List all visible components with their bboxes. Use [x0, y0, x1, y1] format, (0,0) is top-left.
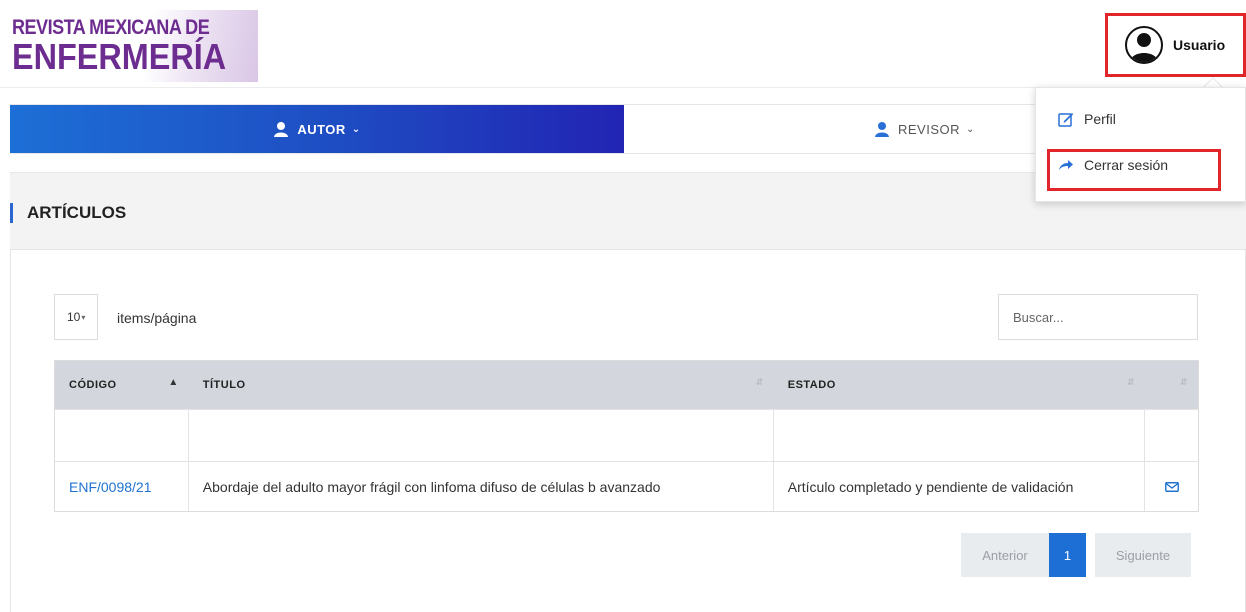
article-code-link[interactable]: ENF/0098/21	[69, 479, 152, 495]
menu-item-perfil[interactable]: Perfil	[1058, 111, 1116, 127]
sort-icon: ⇵	[1179, 377, 1188, 387]
sort-icon: ⇵	[1127, 377, 1136, 387]
nav-autor-tab[interactable]: AUTOR ⌄	[10, 105, 624, 153]
per-page-label: items/página	[117, 310, 197, 326]
table-row: ENF/0098/21 Abordaje del adulto mayor fr…	[55, 461, 1198, 511]
articles-card: 10 ▾ items/página CÓDIGO ▲ TÍTULO ⇵ EST	[10, 249, 1246, 612]
table-header: CÓDIGO ▲ TÍTULO ⇵ ESTADO ⇵ ⇵	[55, 361, 1198, 409]
column-header-actions[interactable]: ⇵	[1145, 361, 1198, 409]
user-menu-button[interactable]: Usuario	[1105, 13, 1246, 77]
chevron-down-icon: ⌄	[966, 123, 975, 135]
pagination-prev-button[interactable]: Anterior	[961, 533, 1049, 577]
column-header-label: ESTADO	[787, 379, 836, 391]
articles-table: CÓDIGO ▲ TÍTULO ⇵ ESTADO ⇵ ⇵ ENF/0098/21…	[54, 360, 1199, 512]
user-icon	[274, 122, 289, 137]
column-header-codigo[interactable]: CÓDIGO ▲	[55, 361, 189, 409]
logo-line2: ENFERMERÍA	[12, 36, 227, 77]
table-cell	[1145, 410, 1198, 461]
article-title-cell: Abordaje del adulto mayor frágil con lin…	[189, 462, 774, 511]
table-cell	[774, 410, 1146, 461]
column-header-label: TÍTULO	[202, 379, 246, 391]
user-icon	[875, 122, 889, 137]
sort-asc-icon: ▲	[168, 377, 179, 388]
search-input[interactable]	[998, 294, 1198, 340]
menu-item-label: Perfil	[1084, 111, 1116, 127]
pagination-page-button[interactable]: 1	[1049, 533, 1086, 577]
article-code-cell: ENF/0098/21	[55, 462, 189, 511]
nav-revisor-label: REVISOR	[898, 121, 961, 137]
column-header-titulo[interactable]: TÍTULO ⇵	[189, 361, 774, 409]
column-header-estado[interactable]: ESTADO ⇵	[774, 361, 1145, 409]
page: REVISTA MEXICANA DE ENFERMERÍA Usuario A…	[0, 0, 1246, 612]
pagination: Anterior 1 Siguiente	[961, 533, 1191, 577]
edit-icon	[1058, 113, 1074, 127]
highlight-box	[1047, 149, 1221, 191]
column-header-label: CÓDIGO	[69, 379, 117, 391]
per-page-select[interactable]: 10 ▾	[54, 294, 98, 340]
pagination-next-button[interactable]: Siguiente	[1095, 533, 1191, 577]
chevron-down-icon: ⌄	[351, 123, 361, 135]
table-cell	[55, 410, 189, 461]
table-cell	[189, 410, 774, 461]
nav-autor-label: AUTOR	[297, 121, 346, 137]
sort-icon: ⇵	[755, 377, 764, 387]
table-row-empty	[55, 409, 1198, 461]
page-title: ARTÍCULOS	[10, 203, 126, 223]
caret-down-icon: ▾	[81, 312, 86, 322]
article-status-cell: Artículo completado y pendiente de valid…	[774, 462, 1146, 511]
user-name: Usuario	[1173, 37, 1226, 53]
user-avatar-icon	[1125, 26, 1163, 64]
mail-icon[interactable]	[1164, 481, 1179, 492]
article-action-cell	[1145, 462, 1198, 511]
main-content: ARTÍCULOS 10 ▾ items/página CÓDIGO ▲ TÍT…	[10, 172, 1246, 612]
journal-logo[interactable]: REVISTA MEXICANA DE ENFERMERÍA	[10, 10, 258, 82]
per-page-value: 10	[67, 310, 81, 324]
header: REVISTA MEXICANA DE ENFERMERÍA Usuario	[0, 0, 1246, 88]
